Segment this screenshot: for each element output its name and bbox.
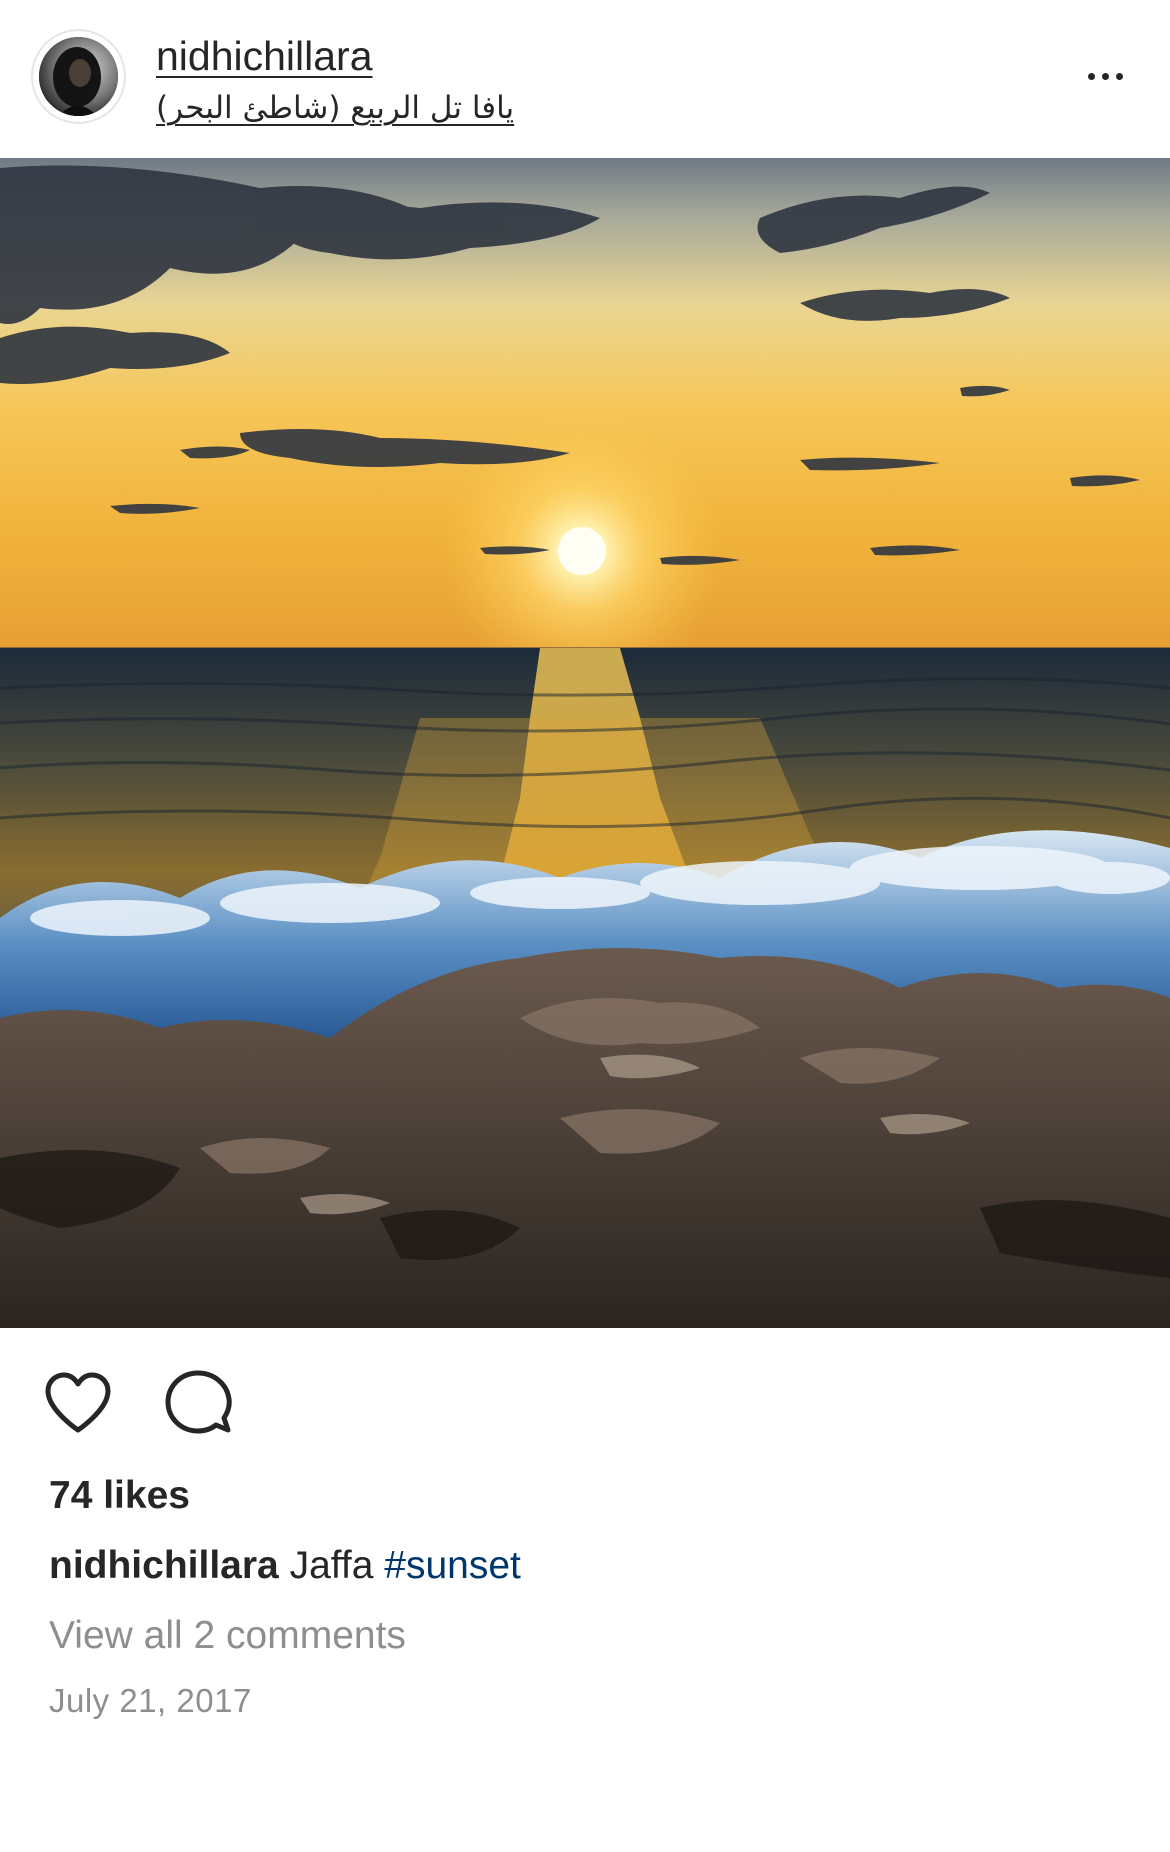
post-header: nidhichillara يافا تل الربيع (شاطئ البحر… — [0, 0, 1170, 158]
post-caption: nidhichillara Jaffa #sunset — [49, 1542, 521, 1590]
caption-username[interactable]: nidhichillara — [49, 1544, 279, 1587]
like-button[interactable] — [42, 1368, 114, 1440]
post-actions-bar — [0, 1328, 1170, 1454]
avatar[interactable] — [31, 29, 126, 124]
heart-icon — [45, 1372, 111, 1433]
post-date: July 21, 2017 — [49, 1682, 252, 1719]
sunset-over-sea-image — [0, 158, 1170, 1328]
comment-icon — [165, 1370, 232, 1434]
more-options-button[interactable] — [1070, 56, 1140, 96]
more-horizontal-icon — [1087, 72, 1095, 80]
post-username[interactable]: nidhichillara — [156, 30, 373, 82]
post-location[interactable]: يافا تل الربيع (شاطئ البحر) — [156, 86, 514, 130]
caption-hashtag[interactable]: #sunset — [384, 1544, 521, 1587]
view-all-comments-link[interactable]: View all 2 comments — [49, 1612, 406, 1660]
caption-text: Jaffa — [289, 1544, 374, 1587]
comment-button[interactable] — [162, 1368, 234, 1440]
post-photo[interactable] — [0, 158, 1170, 1328]
likes-count[interactable]: 74 likes — [49, 1472, 190, 1520]
avatar-image — [39, 37, 118, 116]
